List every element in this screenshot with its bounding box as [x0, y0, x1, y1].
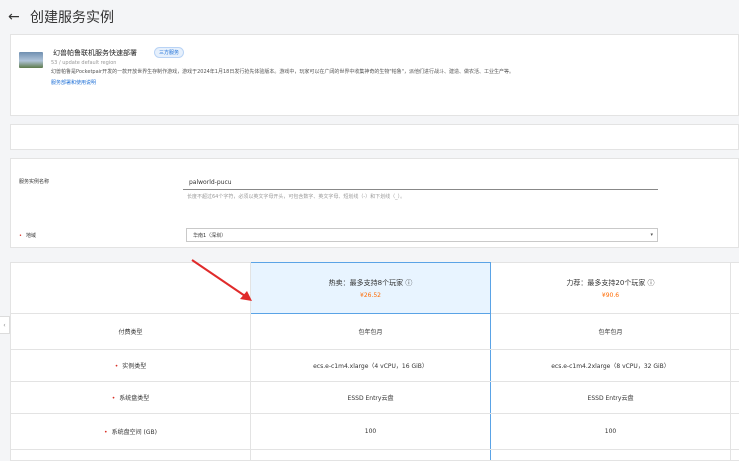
- plan-title: 力荐：最多支持20个玩家 ⓘ: [566, 278, 655, 287]
- table-cell: 包年包月: [250, 313, 491, 350]
- page-header: ← 创建服务实例: [0, 0, 739, 34]
- table-cell-clipped: [730, 449, 739, 461]
- table-cell-clipped: [730, 349, 739, 382]
- required-mark: •: [104, 429, 108, 436]
- table-cell: ESSD Entry云盘: [250, 381, 491, 414]
- table-cell: 100: [250, 413, 491, 450]
- system-disk-type-label: 系统盘类型: [119, 395, 150, 402]
- region-select[interactable]: 华南1（深圳） ▾: [186, 228, 658, 242]
- service-docs-link[interactable]: 服务部署和使用说明: [51, 79, 96, 86]
- required-mark: •: [19, 233, 22, 239]
- region-label: 地域: [25, 233, 36, 239]
- table-cell-clipped: [730, 313, 739, 350]
- table-cell: ESSD Entry云盘: [490, 381, 731, 414]
- instance-type-label: 实例类型: [122, 363, 147, 370]
- caret-down-icon: ▾: [650, 232, 653, 238]
- row-label: 付费类型: [10, 313, 251, 350]
- create-service-instance-page: ← 创建服务实例 幻兽帕鲁联机服务快速部署 三方服务 53 / update d…: [0, 0, 739, 461]
- chevron-left-icon[interactable]: ‹: [0, 316, 10, 334]
- table-cell-clipped: [490, 449, 731, 461]
- service-version: 53 / update default region: [51, 60, 117, 66]
- billing-type-label: 付费类型: [118, 329, 143, 336]
- required-mark: •: [114, 363, 119, 370]
- service-logo: [19, 52, 43, 68]
- plan-option-selected[interactable]: 热卖：最多支持8个玩家 ⓘ ¥26.52: [250, 262, 491, 314]
- plan-option-clipped[interactable]: [730, 262, 739, 314]
- required-mark: •: [111, 395, 116, 402]
- system-disk-size-label: 系统盘空间 (GB): [111, 429, 157, 436]
- table-cell: 100: [490, 413, 731, 450]
- table-cell: ecs.e-c1m4.2xlarge（8 vCPU，32 GiB）: [490, 349, 731, 382]
- table-cell: 包年包月: [490, 313, 731, 350]
- plan-title: 热卖：最多支持8个玩家 ⓘ: [328, 278, 413, 287]
- table-cell-clipped: [730, 413, 739, 450]
- instance-name-input[interactable]: [183, 176, 658, 190]
- row-label-clipped: [10, 449, 251, 461]
- page-title: 创建服务实例: [30, 10, 114, 26]
- region-label-wrap: • 地域: [19, 232, 36, 239]
- instance-name-label: 服务实例名称: [19, 179, 50, 185]
- service-name: 幻兽帕鲁联机服务快速部署: [53, 49, 137, 57]
- instance-name-hint: 长度不超过64个字符，必须以英文字母开头，可包含数字、英文字母、短划线（-）和下…: [187, 194, 406, 200]
- table-cell-clipped: [730, 381, 739, 414]
- plan-option[interactable]: 力荐：最多支持20个玩家 ⓘ ¥90.6: [490, 262, 731, 314]
- row-label: • 系统盘空间 (GB): [10, 413, 251, 450]
- instance-form: 服务实例名称 长度不超过64个字符，必须以英文字母开头，可包含数字、英文字母、短…: [10, 158, 739, 248]
- row-label: • 实例类型: [10, 349, 251, 382]
- row-label: • 系统盘类型: [10, 381, 251, 414]
- annotation-arrow-icon: [191, 259, 252, 301]
- table-cell: ecs.e-c1m4.xlarge（4 vCPU，16 GiB）: [250, 349, 491, 382]
- arrow-left-icon[interactable]: ←: [8, 9, 30, 25]
- plan-spec-table: 热卖：最多支持8个玩家 ⓘ ¥26.52 力荐：最多支持20个玩家 ⓘ ¥90.…: [10, 262, 739, 461]
- plan-price: ¥26.52: [360, 291, 381, 299]
- service-type-badge: 三方服务: [154, 47, 185, 58]
- region-selected-value: 华南1（深圳）: [193, 233, 227, 239]
- empty-section: [10, 124, 739, 150]
- table-cell-clipped: [250, 449, 491, 461]
- plan-price: ¥90.6: [601, 291, 620, 299]
- service-description: 幻兽帕鲁是Pocketpair开发的一款开放世界生存制作游戏，游戏于2024年1…: [51, 69, 514, 75]
- service-info-card: 幻兽帕鲁联机服务快速部署 三方服务 53 / update default re…: [10, 34, 739, 116]
